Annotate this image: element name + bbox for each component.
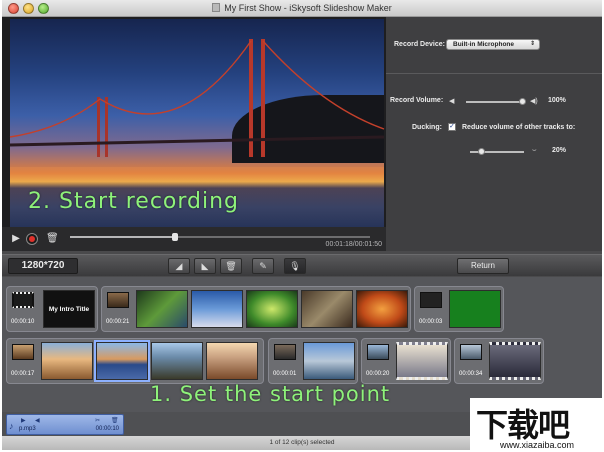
volume-low-icon: ◀ bbox=[449, 98, 455, 105]
group-duration: 00:00:20 bbox=[366, 371, 390, 377]
film-thumb-icon bbox=[12, 292, 34, 308]
audio-note-icon: ♪ bbox=[9, 421, 14, 431]
group-duration: 00:00:01 bbox=[273, 371, 297, 377]
intro-title-text: My Intro Title bbox=[48, 305, 90, 313]
audio-clip-name: p.mp3 bbox=[19, 426, 36, 432]
group-lead: 00:00:10 bbox=[9, 290, 43, 328]
group-duration: 00:00:10 bbox=[11, 319, 35, 325]
record-volume-value: 100% bbox=[548, 97, 566, 104]
group-duration: 00:00:17 bbox=[11, 371, 35, 377]
group-lead: 00:00:34 bbox=[457, 342, 491, 380]
ducking-checkbox[interactable]: ✓ bbox=[448, 123, 456, 131]
record-volume-label: Record Volume: bbox=[390, 97, 444, 104]
site-watermark: 下载吧 www.xiazaiba.com bbox=[470, 398, 604, 452]
preview-area: 2. Start recording bbox=[2, 17, 386, 235]
delete-clip-button[interactable]: 🗑 bbox=[220, 258, 242, 274]
window-title-text: My First Show - iSkysoft Slideshow Maker bbox=[224, 3, 392, 13]
group-thumb bbox=[274, 344, 296, 360]
photo-clip[interactable] bbox=[246, 290, 298, 328]
photo-clip[interactable] bbox=[303, 342, 355, 380]
group-lead: 00:00:20 bbox=[364, 342, 398, 380]
transition-out-button[interactable]: ◣ bbox=[194, 258, 216, 274]
intro-title-clip[interactable]: My Intro Title bbox=[43, 290, 95, 328]
audio-cut-icon[interactable]: ✂ bbox=[95, 417, 100, 424]
photo-clip[interactable] bbox=[151, 342, 203, 380]
clip-group[interactable]: 00:00:17 bbox=[6, 338, 264, 384]
ducking-option-label: Reduce volume of other tracks to: bbox=[462, 124, 576, 131]
color-clip[interactable] bbox=[449, 290, 501, 328]
transition-in-button[interactable]: ◢ bbox=[168, 258, 190, 274]
group-lead: 00:00:01 bbox=[271, 342, 305, 380]
timecode: 00:01:18/00:01:50 bbox=[325, 241, 382, 248]
record-device-label: Record Device: bbox=[394, 41, 445, 48]
group-lead: 00:00:21 bbox=[104, 290, 138, 328]
group-lead: 00:00:17 bbox=[9, 342, 43, 380]
audio-clip-time: 00:00:10 bbox=[95, 426, 119, 432]
clip-group[interactable]: 00:00:21 bbox=[101, 286, 411, 332]
recording-hint: 2. Start recording bbox=[28, 189, 240, 214]
monitor-thumb-icon bbox=[420, 292, 442, 308]
ducking-curve-icon: ⌣ bbox=[532, 147, 537, 154]
title-bar: My First Show - iSkysoft Slideshow Maker bbox=[2, 0, 602, 17]
clip-group[interactable]: 00:00:01 bbox=[268, 338, 358, 384]
record-button[interactable] bbox=[26, 233, 38, 245]
record-device-select[interactable]: Built-in Microphone ⇕ bbox=[446, 39, 540, 50]
group-lead: 00:00:03 bbox=[417, 290, 451, 328]
clip-group[interactable]: 00:00:34 bbox=[454, 338, 544, 384]
start-point-hint: 1. Set the start point bbox=[150, 382, 391, 406]
group-thumb bbox=[460, 344, 482, 360]
select-arrows-icon: ⇕ bbox=[529, 41, 535, 47]
filmstrip-clip[interactable] bbox=[489, 342, 541, 380]
microphone-button[interactable]: 🎙 bbox=[284, 258, 306, 274]
ducking-label: Ducking: bbox=[412, 124, 442, 131]
group-duration: 00:00:03 bbox=[419, 319, 443, 325]
audio-volume-icon[interactable]: ◀ bbox=[35, 417, 40, 424]
edit-pencil-button[interactable]: ✎ bbox=[252, 258, 274, 274]
ducking-handle[interactable] bbox=[477, 148, 485, 155]
playhead-handle[interactable] bbox=[172, 233, 178, 241]
photo-clip[interactable] bbox=[136, 290, 188, 328]
audio-delete-icon[interactable]: 🗑 bbox=[111, 417, 119, 424]
scrubber[interactable] bbox=[70, 233, 370, 241]
record-volume-handle[interactable] bbox=[519, 98, 526, 105]
edit-toolbar: 1280*720 ◢ ◣ 🗑 ✎ 🎙 Return bbox=[2, 254, 602, 276]
window-title: My First Show - iSkysoft Slideshow Maker bbox=[2, 3, 602, 13]
record-device-value: Built-in Microphone bbox=[453, 41, 515, 48]
selected-photo-clip[interactable] bbox=[94, 340, 150, 382]
return-button[interactable]: Return bbox=[457, 258, 509, 274]
clip-group[interactable]: 00:00:10 My Intro Title bbox=[6, 286, 98, 332]
resolution-selector[interactable]: 1280*720 bbox=[8, 258, 78, 274]
ducking-value: 20% bbox=[552, 147, 567, 154]
photo-clip[interactable] bbox=[41, 342, 93, 380]
watermark-url: www.xiazaiba.com bbox=[500, 440, 575, 450]
clip-group[interactable]: 00:00:03 bbox=[414, 286, 504, 332]
scrubber-progress bbox=[70, 236, 175, 238]
audio-play-icon[interactable]: ▶ bbox=[21, 417, 26, 424]
delete-recording-button[interactable]: 🗑 bbox=[46, 233, 59, 245]
filmstrip-clip[interactable] bbox=[396, 342, 448, 380]
photo-clip[interactable] bbox=[301, 290, 353, 328]
clip-group[interactable]: 00:00:20 bbox=[361, 338, 451, 384]
transport-bar: ▶ 🗑 00:01:18/00:01:50 bbox=[2, 227, 386, 251]
group-thumb bbox=[12, 344, 34, 360]
group-thumb bbox=[367, 344, 389, 360]
photo-clip[interactable] bbox=[191, 290, 243, 328]
record-settings-panel: Record Device: Built-in Microphone ⇕ Rec… bbox=[386, 17, 602, 251]
play-button[interactable]: ▶ bbox=[10, 233, 22, 245]
group-thumb bbox=[107, 292, 129, 308]
photo-clip[interactable] bbox=[206, 342, 258, 380]
document-icon bbox=[212, 3, 221, 12]
volume-high-icon: ◀) bbox=[530, 98, 538, 105]
group-duration: 00:00:34 bbox=[459, 371, 483, 377]
record-volume-slider[interactable] bbox=[466, 98, 526, 105]
photo-clip[interactable] bbox=[356, 290, 408, 328]
audio-clip[interactable]: ♪ ▶ ◀ ✂ 🗑 p.mp3 00:00:10 bbox=[6, 414, 124, 435]
panel-divider bbox=[386, 73, 602, 74]
group-duration: 00:00:21 bbox=[106, 319, 130, 325]
ducking-slider[interactable] bbox=[470, 148, 524, 155]
microphone-icon: 🎙 bbox=[289, 261, 301, 271]
